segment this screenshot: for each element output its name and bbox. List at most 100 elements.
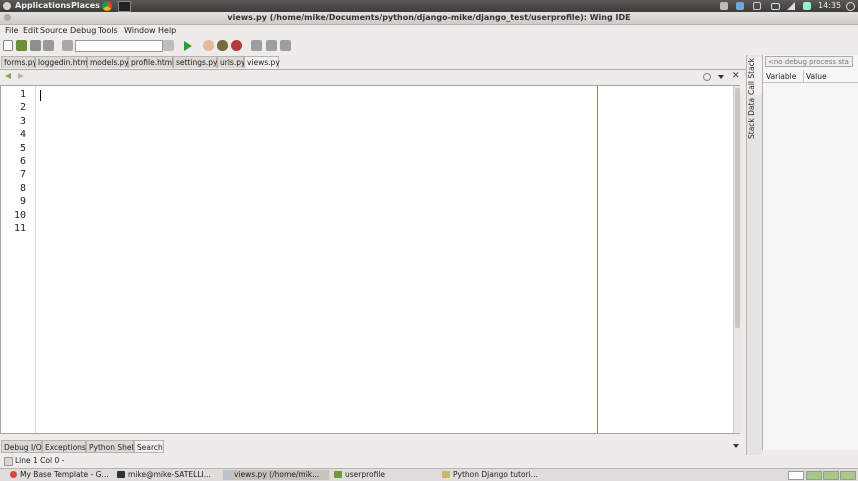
taskbar-label: userprofile: [345, 470, 386, 479]
menu-debug[interactable]: Debug: [70, 26, 96, 35]
scrollbar-thumb[interactable]: [735, 88, 740, 328]
taskbar-label: My Base Template - G...: [20, 470, 109, 479]
document-icon: [442, 471, 450, 478]
taskbar-item-wing[interactable]: views.py (/home/mik...: [223, 470, 329, 480]
column-variable[interactable]: Variable: [766, 72, 796, 81]
mail-icon[interactable]: [771, 3, 780, 10]
close-icon[interactable]: ✕: [732, 71, 740, 81]
taskbar-item-terminal[interactable]: mike@mike-SATELLI...: [117, 470, 217, 480]
tab-profile-html[interactable]: profile.html: [128, 56, 174, 68]
taskbar-label: Python Django tutori...: [453, 470, 538, 479]
editor-nav-row: ✕: [0, 70, 746, 84]
tab-exceptions[interactable]: Exceptions: [42, 440, 86, 453]
vertical-scrollbar[interactable]: [733, 86, 741, 433]
chrome-launcher-icon[interactable]: [102, 1, 112, 11]
taskbar-label: views.py (/home/mik...: [234, 470, 320, 479]
side-tool-tabs: Call Stack Stack Data: [746, 55, 763, 455]
line-number: 5: [19, 142, 26, 154]
back-arrow-icon[interactable]: [5, 73, 11, 79]
save-icon[interactable]: [30, 40, 41, 51]
search-go-icon[interactable]: [163, 40, 174, 51]
workspace-switcher[interactable]: [788, 471, 804, 480]
open-file-icon[interactable]: [16, 40, 27, 51]
line-number: 9: [19, 196, 26, 208]
line-number: 10: [13, 209, 26, 221]
debug-bug-icon[interactable]: [217, 40, 228, 51]
taskbar-item-folder[interactable]: userprofile: [334, 470, 434, 480]
window-titlebar: views.py (/home/mike/Documents/python/dj…: [0, 12, 858, 25]
wing-icon: [223, 471, 231, 478]
chevron-down-icon[interactable]: [733, 444, 739, 448]
menu-bar: File Edit Source Debug Tools Window Help: [0, 25, 858, 37]
tab-urls-py[interactable]: urls.py: [217, 56, 245, 68]
tab-call-stack[interactable]: Call Stack: [747, 57, 763, 95]
variable-table-header: Variable Value: [763, 70, 858, 83]
terminal-launcher-icon[interactable]: [118, 1, 131, 12]
menu-tools[interactable]: Tools: [98, 26, 118, 35]
status-warning-icon: [4, 457, 13, 466]
tab-debug-io[interactable]: Debug I/O: [1, 440, 42, 453]
stack-data-panel: <no debug process sta Variable Value: [762, 55, 858, 450]
tab-settings-py[interactable]: settings.py: [173, 56, 218, 68]
places-menu[interactable]: Places: [71, 1, 100, 10]
signal-icon[interactable]: [787, 2, 795, 10]
tab-models-py[interactable]: models.py: [87, 56, 129, 68]
line-number: 1: [19, 89, 26, 100]
record-icon[interactable]: [720, 2, 728, 10]
power-icon[interactable]: [846, 2, 855, 11]
taskbar-item-chrome[interactable]: My Base Template - G...: [10, 470, 112, 480]
step-over-icon[interactable]: [266, 40, 277, 51]
tab-python-shell[interactable]: Python Shell: [86, 440, 136, 453]
taskbar-item-browser[interactable]: Python Django tutori...: [442, 470, 547, 480]
top-panel: Applications Places 14:35: [0, 0, 858, 12]
line-number: 3: [19, 115, 26, 127]
save-all-icon[interactable]: [43, 40, 54, 51]
line-number: 11: [13, 223, 26, 234]
menu-help[interactable]: Help: [158, 26, 176, 35]
menu-source[interactable]: Source: [40, 26, 67, 35]
run-icon[interactable]: [184, 41, 192, 51]
settings-icon[interactable]: [736, 2, 744, 10]
step-out-icon[interactable]: [280, 40, 291, 51]
debug-process-select[interactable]: <no debug process sta: [765, 56, 853, 67]
tab-stack-data[interactable]: Stack Data: [747, 97, 763, 139]
code-editor[interactable]: 1 2 3 4 5 6 7 8 9 10 11: [0, 85, 741, 434]
taskbar: My Base Template - G... mike@mike-SATELL…: [0, 468, 858, 481]
workspace-switcher[interactable]: [823, 471, 839, 480]
file-tabs: forms.py loggedin.html models.py profile…: [0, 55, 746, 70]
print-icon[interactable]: [62, 40, 73, 51]
search-input[interactable]: [75, 40, 163, 52]
chevron-down-icon[interactable]: [718, 75, 724, 79]
workspace-switcher[interactable]: [806, 471, 822, 480]
step-into-icon[interactable]: [251, 40, 262, 51]
chrome-icon: [10, 471, 17, 478]
bottom-tool-tabs: Debug I/O Exceptions Python Shell Search: [0, 440, 746, 453]
terminal-icon: [117, 471, 125, 478]
menu-file[interactable]: File: [5, 26, 18, 35]
column-value[interactable]: Value: [806, 72, 827, 81]
stop-debug-icon[interactable]: [231, 40, 242, 51]
cursor-position: Line 1 Col 0 -: [15, 456, 65, 465]
menu-edit[interactable]: Edit: [23, 26, 39, 35]
tab-forms-py[interactable]: forms.py: [1, 56, 37, 68]
workspace-switcher[interactable]: [840, 471, 856, 480]
edge-marker-line: [597, 86, 598, 433]
clock[interactable]: 14:35: [818, 1, 841, 10]
tab-search[interactable]: Search: [134, 440, 164, 453]
ubuntu-logo-icon[interactable]: [3, 2, 11, 10]
battery-icon[interactable]: [803, 2, 811, 10]
line-number: 8: [19, 182, 26, 194]
menu-window[interactable]: Window: [124, 26, 156, 35]
forward-arrow-icon[interactable]: [18, 73, 24, 79]
line-number: 2: [19, 102, 26, 114]
stop-hand-icon[interactable]: [203, 40, 214, 51]
applications-menu[interactable]: Applications: [15, 1, 71, 10]
network-icon[interactable]: [753, 2, 761, 10]
tab-views-py[interactable]: views.py: [244, 56, 280, 68]
status-bar: Line 1 Col 0 -: [0, 455, 760, 467]
tab-loggedin-html[interactable]: loggedin.html: [35, 56, 90, 68]
gear-icon[interactable]: [703, 73, 711, 81]
window-title: views.py (/home/mike/Documents/python/dj…: [227, 13, 631, 22]
new-file-icon[interactable]: [3, 40, 13, 51]
column-divider: [803, 70, 804, 82]
